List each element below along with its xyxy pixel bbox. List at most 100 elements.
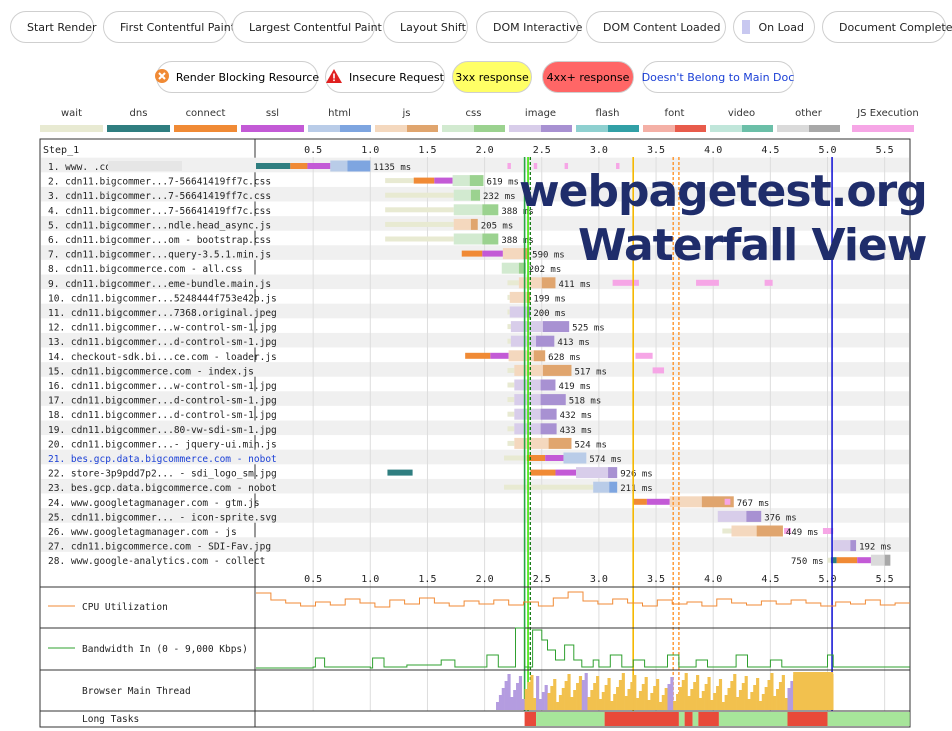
request-label: 15. cdn11.bigcommerce.com - index.js (48, 366, 254, 377)
request-label: 19. cdn11.bigcommer...80-vw-sdi-sm-1.jpg (48, 425, 277, 436)
main-thread-bar (576, 683, 580, 710)
request-duration: 628 ms (548, 353, 581, 363)
js-execution-bar (764, 279, 773, 286)
request-label: 11. cdn11.bigcommer...7368.original.jpeg (48, 308, 277, 319)
x-tick-label-bottom: 3.5 (647, 574, 665, 585)
main-thread-bar (793, 672, 834, 710)
request-bar-segment (501, 262, 519, 274)
request-duration: 525 ms (572, 324, 605, 334)
main-thread-bar (616, 687, 620, 710)
main-thread-bar (638, 691, 643, 710)
request-bar-segment (533, 350, 546, 362)
request-bar-segment (461, 250, 483, 257)
request-bar-segment (608, 467, 618, 479)
waterfall-chart: 0.5 0.5 1.0 1.0 1.5 1.5 2.0 2.0 2.5 2.5 3.0 3.0 3.5 3… (39, 138, 911, 728)
request-bar-segment (453, 204, 483, 216)
main-thread-bar (681, 680, 685, 710)
main-thread-bar (524, 689, 528, 710)
request-duration: 232 ms (483, 192, 516, 202)
request-bar-segment (514, 437, 549, 449)
main-thread-bar (650, 693, 654, 710)
request-bar-segment (593, 481, 610, 493)
x-tick-label-top: 4.0 (704, 145, 722, 156)
main-thread-bar (504, 681, 508, 710)
request-bar-segment (482, 204, 499, 216)
request-duration: 518 ms (569, 397, 602, 407)
main-thread-bar (547, 693, 551, 710)
main-thread-bar (661, 695, 665, 710)
main-thread-bar (593, 683, 597, 710)
main-thread-bar (567, 674, 571, 710)
main-thread-bar (696, 675, 700, 710)
request-bar-segment (490, 352, 509, 359)
main-thread-bar (684, 673, 688, 710)
request-duration: 590 ms (532, 251, 565, 261)
x-tick-label-top: 0.5 (304, 145, 322, 156)
js-execution-bar (635, 352, 653, 359)
request-bar-segment (469, 175, 484, 187)
redacted-host (108, 161, 182, 171)
request-duration: 376 ms (764, 513, 797, 523)
main-thread-bar (598, 699, 603, 710)
cpu-panel-label: CPU Utilization (82, 602, 168, 613)
main-thread-bar (676, 694, 680, 710)
request-duration: 419 ms (558, 382, 591, 392)
main-thread-bar (570, 697, 574, 710)
request-bar-segment (507, 309, 510, 315)
request-bar-segment (504, 455, 527, 461)
main-thread-panel-label: Browser Main Thread (82, 686, 191, 697)
main-thread-bar (698, 698, 703, 710)
request-duration: 192 ms (859, 543, 892, 553)
x-tick-label-top: 3.5 (647, 145, 665, 156)
request-bar-segment (507, 324, 511, 330)
request-bar-segment (385, 236, 454, 242)
bandwidth-panel-label: Bandwidth In (0 - 9,000 Kbps) (82, 644, 248, 655)
request-label: 26. www.googletagmanager.com - js (48, 527, 237, 538)
long-task-bar (718, 712, 788, 726)
request-duration: 619 ms (486, 178, 519, 188)
main-thread-bar (718, 679, 723, 710)
main-thread-bar (541, 692, 545, 710)
main-thread-bar (724, 695, 728, 710)
request-label: 22. store-3p9pdd7p2... - sdi_logo_sm.jpg (48, 469, 277, 480)
request-bar-segment (507, 426, 515, 432)
request-label: 24. www.googletagmanager.com - gtm.js (48, 498, 260, 509)
main-thread-bar (704, 684, 708, 710)
request-bar-segment (541, 277, 556, 289)
request-bar-segment (540, 394, 566, 406)
long-task-bar (678, 712, 685, 726)
main-thread-bar (761, 694, 765, 710)
request-duration: 574 ms (589, 455, 622, 465)
request-bar-segment (542, 321, 570, 333)
main-thread-bar (604, 685, 608, 710)
request-bar-segment (540, 408, 557, 420)
request-duration: 433 ms (560, 426, 593, 436)
main-thread-bar (656, 679, 660, 710)
main-thread-bar (733, 674, 737, 710)
main-thread-bar (558, 695, 563, 710)
request-label: 16. cdn11.bigcommer...w-control-sm-1.jpg (48, 381, 277, 392)
main-thread-bar (647, 700, 651, 710)
request-bar-segment (545, 455, 564, 461)
long-task-bar (827, 712, 910, 726)
main-thread-bar (741, 683, 745, 710)
long-task-bar (524, 712, 537, 726)
x-tick-label-top: 5.5 (876, 145, 894, 156)
main-thread-bar (624, 696, 628, 710)
request-bar-segment (555, 469, 577, 476)
long-task-bar (536, 712, 605, 726)
request-label: 10. cdn11.bigcommer...5248444f753e42b.js (48, 293, 277, 304)
main-thread-bar (636, 698, 640, 710)
request-bar-segment (307, 163, 331, 169)
main-thread-bar (590, 690, 594, 710)
request-bar-segment (870, 554, 885, 566)
js-execution-bar (612, 279, 639, 286)
request-bar-segment (510, 335, 537, 347)
main-thread-bar (747, 699, 751, 710)
request-bar-segment (576, 467, 609, 479)
request-duration: 202 ms (529, 265, 562, 275)
js-execution-bar (652, 367, 665, 374)
request-label: 5. cdn11.bigcommer...ndle.head_async.js (48, 220, 271, 231)
main-thread-bar (530, 675, 534, 710)
main-thread-bar (787, 688, 791, 710)
